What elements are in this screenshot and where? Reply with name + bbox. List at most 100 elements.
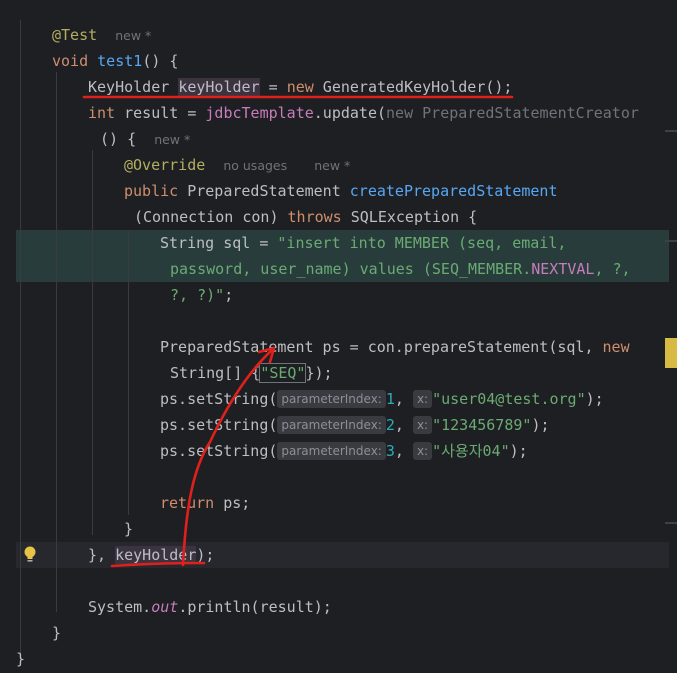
code-editor[interactable]: @Test new * void test1() { KeyHolder key…: [0, 0, 677, 673]
code-text: ps.setString(: [160, 416, 278, 434]
keyword-int: int: [88, 104, 116, 122]
usage-hint[interactable]: new *: [154, 132, 190, 147]
code-line[interactable]: ps.setString(parameterIndex: 3, x: "사용자04"…: [160, 438, 528, 464]
code-line[interactable]: ps.setString(parameterIndex: 2, x: "123456…: [160, 412, 550, 438]
code-text: );: [585, 390, 604, 408]
scrollbar-marker[interactable]: [665, 522, 677, 524]
code-line[interactable]: System.out.println(result);: [88, 594, 332, 620]
code-text: .update(: [313, 104, 387, 122]
parameter-hint: parameterIndex:: [277, 390, 386, 408]
code-text: ps.setString(: [160, 442, 278, 460]
code-text: () {: [142, 52, 179, 70]
number-literal: 3: [385, 442, 395, 460]
keyword-void: void: [52, 52, 89, 70]
keyword-new: new: [286, 78, 314, 96]
indent-guide: [128, 230, 129, 515]
sql-string: ?, ?)": [170, 286, 225, 304]
keyword-new: new: [602, 338, 630, 356]
string-literal: "사용자04": [432, 442, 510, 460]
code-text: ,: [394, 416, 413, 434]
code-text: ps.setString(: [160, 390, 278, 408]
code-text: ps;: [214, 494, 251, 512]
field-out: out: [151, 598, 179, 616]
variable-keyholder-usage: keyHolder: [115, 546, 197, 564]
parameter-hint: parameterIndex:: [277, 442, 386, 460]
sql-string: , ?,: [594, 260, 631, 278]
annotation-override: @Override: [124, 156, 206, 174]
code-text: ,: [394, 390, 413, 408]
code-line[interactable]: }: [52, 620, 61, 646]
code-text: (Connection con): [134, 208, 288, 226]
code-line[interactable]: ps.setString(parameterIndex: 1, x: "user04…: [160, 386, 604, 412]
code-line[interactable]: String[] {"SEQ"});: [170, 360, 333, 386]
code-text: }: [16, 650, 26, 668]
keyword-public: public: [124, 182, 179, 200]
code-line[interactable]: (Connection con) throws SQLException {: [134, 204, 477, 230]
code-text: );: [531, 416, 550, 434]
code-text: });: [305, 364, 333, 382]
string-literal: "123456789": [432, 416, 532, 434]
code-text: result =: [115, 104, 206, 122]
method-name: test1: [97, 52, 143, 70]
variable-keyholder: keyHolder: [178, 78, 260, 96]
string-literal: "user04@test.org": [432, 390, 586, 408]
code-text: String sql =: [160, 234, 278, 252]
code-line[interactable]: @Override no usages new *: [124, 152, 350, 178]
lightbulb-icon[interactable]: [22, 545, 38, 565]
parameter-hint: parameterIndex:: [277, 416, 386, 434]
code-line[interactable]: int result = jdbcTemplate.update(new Pre…: [88, 100, 639, 126]
code-text: ,: [394, 442, 413, 460]
code-line[interactable]: }: [16, 646, 25, 672]
code-line[interactable]: password, user_name) values (SEQ_MEMBER.…: [170, 256, 631, 282]
string-seq: "SEQ": [259, 363, 307, 383]
class-generated-keyholder: GeneratedKeyHolder();: [313, 78, 513, 96]
code-line[interactable]: public PreparedStatement createPreparedS…: [124, 178, 558, 204]
field-jdbc-template: jdbcTemplate: [205, 104, 314, 122]
code-line[interactable]: }: [124, 516, 133, 542]
indent-guide: [56, 72, 57, 612]
type-prepared-statement: PreparedStatement: [178, 182, 350, 200]
folded-type: PreparedStatementCreator: [413, 104, 639, 122]
code-line[interactable]: ?, ?)";: [170, 282, 233, 308]
code-line[interactable]: @Test new *: [52, 22, 151, 48]
annotation-test: @Test: [52, 26, 98, 44]
code-text: }: [52, 624, 62, 642]
lambda-open: () {: [100, 130, 137, 148]
code-text: System.: [88, 598, 152, 616]
keyword-new-folded: new: [386, 104, 414, 122]
code-line[interactable]: }, keyHolder);: [88, 542, 214, 568]
code-line[interactable]: PreparedStatement ps = con.prepareStatem…: [160, 334, 630, 360]
code-text: );: [509, 442, 528, 460]
code-line[interactable]: String sql = "insert into MEMBER (seq, e…: [160, 230, 566, 256]
code-text: SQLException {: [341, 208, 478, 226]
number-literal: 1: [385, 390, 395, 408]
usage-hint[interactable]: no usages: [223, 158, 287, 173]
code-line[interactable]: KeyHolder keyHolder = new GeneratedKeyHo…: [88, 74, 512, 100]
parameter-hint: x:: [412, 442, 433, 460]
keyword-return: return: [160, 494, 215, 512]
indent-guide: [92, 150, 93, 535]
code-text: =: [259, 78, 287, 96]
code-text: .println(result);: [178, 598, 332, 616]
sql-string: password, user_name) values (SEQ_MEMBER.: [170, 260, 532, 278]
method-name: createPreparedStatement: [349, 182, 558, 200]
code-line[interactable]: () { new *: [100, 126, 190, 152]
code-text: }: [124, 520, 134, 538]
type-keyholder: KeyHolder: [88, 78, 170, 96]
code-text: PreparedStatement ps = con.prepareStatem…: [160, 338, 603, 356]
number-literal: 2: [385, 416, 395, 434]
code-line[interactable]: return ps;: [160, 490, 250, 516]
usage-hint[interactable]: new *: [115, 28, 151, 43]
code-text: );: [196, 546, 215, 564]
keyword-throws: throws: [287, 208, 342, 226]
scrollbar-marker[interactable]: [665, 130, 677, 132]
parameter-hint: x:: [412, 390, 433, 408]
sql-string: "insert into MEMBER (seq, email,: [277, 234, 567, 252]
code-text: String[] {: [170, 364, 261, 382]
scrollbar-warning-marker[interactable]: [665, 338, 677, 368]
scrollbar-marker[interactable]: [665, 240, 677, 242]
code-line[interactable]: void test1() {: [52, 48, 178, 74]
parameter-hint: x:: [412, 416, 433, 434]
usage-hint[interactable]: new *: [314, 158, 350, 173]
sql-nextval: NEXTVAL: [531, 260, 595, 278]
